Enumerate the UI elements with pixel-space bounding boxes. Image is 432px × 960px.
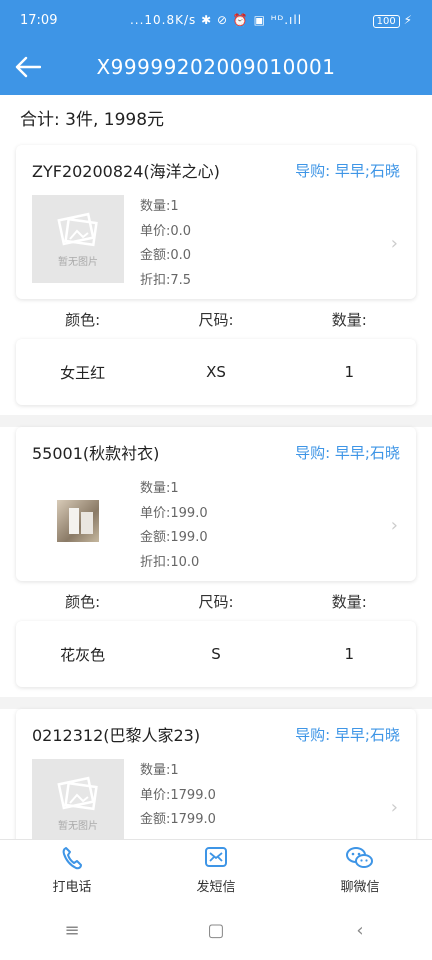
- chevron-right-icon: ›: [390, 797, 398, 818]
- item-info: 数量:1 单价:199.0 金额:199.0 折扣:10.0: [140, 477, 400, 575]
- product-image: [57, 500, 99, 542]
- item-name: 0212312(巴黎人家23): [32, 726, 201, 745]
- item-amount: 金额:1799.0: [140, 812, 216, 827]
- item-guide: 导购: 早早;石晓: [295, 161, 400, 180]
- sms-label: 发短信: [196, 880, 236, 895]
- spec-size-header: 尺码:: [198, 592, 234, 611]
- image-placeholder-label: 暂无图片: [58, 256, 98, 268]
- call-button[interactable]: 打电话: [0, 840, 144, 901]
- spec-qty: 1: [344, 363, 355, 381]
- item-price: 单价:0.0: [140, 223, 192, 239]
- item-guide: 导购: 早早;石晓: [295, 725, 400, 744]
- spec-color: 花灰色: [60, 645, 106, 664]
- sms-button[interactable]: 发短信: [144, 840, 288, 901]
- back-arrow-icon[interactable]: [0, 42, 56, 92]
- spec-row: 女王红 XS 1: [16, 339, 416, 405]
- status-time: 17:09: [20, 12, 58, 28]
- app-header: 17:09 ...10.8K/s ✱ ⊘ ⏰ ▣ ᴴᴰ.ıll 100 ⚡ X9…: [0, 0, 432, 95]
- item-card[interactable]: 0212312(巴黎人家23) 导购: 早早;石晓 暂无图片 数量:1 单价:1…: [16, 709, 416, 839]
- nav-bar: X99999202009010001: [0, 42, 432, 92]
- spec-row: 花灰色 S 1: [16, 621, 416, 687]
- spec-color: 女王红: [60, 363, 106, 382]
- spec-qty: 1: [344, 645, 355, 663]
- system-nav-bar: ≡ ▢ ‹: [0, 901, 432, 960]
- bottom-action-bar: 打电话 发短信 聊微信: [0, 839, 432, 901]
- spec-size: XS: [206, 363, 226, 381]
- image-placeholder-icon: 暂无图片: [32, 759, 124, 839]
- home-icon[interactable]: ▢: [186, 920, 246, 941]
- item-card[interactable]: 55001(秋款衬衣) 导购: 早早;石晓 数量:1 单价:199.0 金额:1…: [16, 427, 416, 581]
- item-name: ZYF20200824(海洋之心): [32, 162, 220, 181]
- chevron-right-icon: ›: [390, 515, 398, 536]
- item-qty: 数量:1: [140, 481, 179, 496]
- wechat-icon: [345, 846, 375, 872]
- status-bar: 17:09 ...10.8K/s ✱ ⊘ ⏰ ▣ ᴴᴰ.ıll 100 ⚡: [0, 0, 432, 40]
- item-info: 数量:1 单价:1799.0 金额:1799.0: [140, 759, 400, 839]
- battery-indicator: 100 ⚡: [332, 13, 412, 28]
- spec-color-header: 颜色:: [65, 592, 101, 611]
- image-placeholder-label: 暂无图片: [58, 820, 98, 832]
- item-amount: 金额:0.0: [140, 248, 192, 263]
- product-photo: [32, 477, 124, 565]
- order-item-block: ZYF20200824(海洋之心) 导购: 早早;石晓 暂无图片 数量:1 单价…: [0, 145, 432, 415]
- item-qty: 数量:1: [140, 763, 179, 778]
- menu-icon[interactable]: ≡: [42, 920, 102, 941]
- item-info: 数量:1 单价:0.0 金额:0.0 折扣:7.5: [140, 195, 400, 293]
- item-name: 55001(秋款衬衣): [32, 444, 160, 463]
- spec-size-header: 尺码:: [198, 310, 234, 329]
- spec-size: S: [211, 645, 221, 663]
- item-amount: 金额:199.0: [140, 530, 208, 545]
- item-qty: 数量:1: [140, 199, 179, 214]
- call-label: 打电话: [52, 880, 92, 895]
- spec-header: 颜色: 尺码: 数量:: [16, 299, 416, 339]
- order-summary: 合计: 3件, 1998元: [0, 95, 432, 145]
- status-icons: ...10.8K/s ✱ ⊘ ⏰ ▣ ᴴᴰ.ıll: [129, 13, 303, 27]
- order-detail-content[interactable]: 合计: 3件, 1998元 ZYF20200824(海洋之心) 导购: 早早;石…: [0, 95, 432, 839]
- page-title: X99999202009010001: [96, 55, 336, 79]
- wechat-button[interactable]: 聊微信: [288, 840, 432, 901]
- order-item-block: 55001(秋款衬衣) 导购: 早早;石晓 数量:1 单价:199.0 金额:1…: [0, 427, 432, 697]
- item-price: 单价:199.0: [140, 505, 208, 521]
- item-price: 单价:1799.0: [140, 787, 216, 803]
- spec-header: 颜色: 尺码: 数量:: [16, 581, 416, 621]
- battery-icon: 100: [372, 14, 400, 28]
- wechat-label: 聊微信: [340, 880, 380, 895]
- spec-qty-header: 数量:: [331, 310, 367, 329]
- chevron-right-icon: ›: [390, 233, 398, 254]
- order-item-block: 0212312(巴黎人家23) 导购: 早早;石晓 暂无图片 数量:1 单价:1…: [0, 709, 432, 839]
- phone-icon: [61, 846, 83, 872]
- spec-color-header: 颜色:: [65, 310, 101, 329]
- message-icon: [204, 846, 228, 872]
- battery-level: 100: [376, 15, 396, 27]
- item-guide: 导购: 早早;石晓: [295, 443, 400, 462]
- item-card[interactable]: ZYF20200824(海洋之心) 导购: 早早;石晓 暂无图片 数量:1 单价…: [16, 145, 416, 299]
- image-placeholder-icon: 暂无图片: [32, 195, 124, 283]
- spec-qty-header: 数量:: [331, 592, 367, 611]
- back-icon[interactable]: ‹: [330, 920, 390, 941]
- item-discount: 折扣:10.0: [140, 554, 200, 570]
- item-discount: 折扣:7.5: [140, 272, 192, 288]
